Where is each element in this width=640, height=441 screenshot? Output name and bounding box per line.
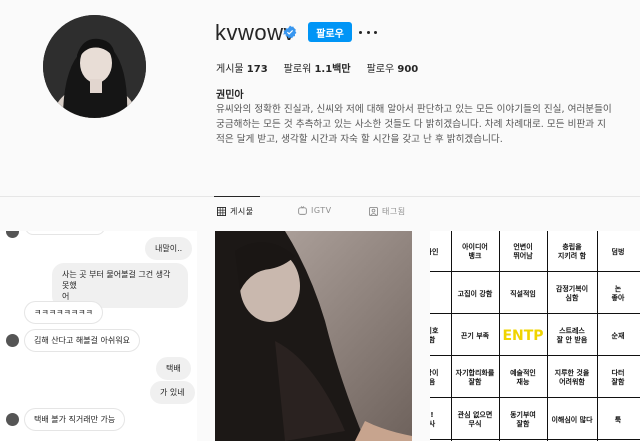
mbti-cell: 순재: [611, 331, 625, 340]
igtv-icon: [298, 206, 307, 215]
post-thumbnail-chat[interactable]: 내말이.. 사는 곳 부터 물어볼걸 그건 생각 못했 어 ㅋㅋㅋㅋㅋㅋㅋㅋ 김해…: [0, 231, 197, 441]
following-label: 팔로우: [366, 64, 395, 75]
mbti-cell: 고집이 강함: [457, 289, 493, 298]
mbti-cell: 충립을 지키려 함: [557, 243, 587, 260]
mbti-cell: 마인: [430, 247, 439, 256]
follow-button[interactable]: 팔로우: [308, 22, 352, 42]
following-value: 900: [397, 64, 419, 75]
mbti-chart-image: 마인 아이디어뱅크 언변이뛰어남 충립을지키려 함 덤벙고집이 강함 직설적임 감정기복이심…: [430, 231, 640, 441]
mbti-cell: 직설적임: [510, 289, 536, 298]
chat-bubble-partial: [25, 231, 105, 235]
post-thumbnail-photo[interactable]: [215, 231, 412, 441]
mbti-cell: ! 사: [430, 411, 436, 428]
mbti-cell: 다터 잘함: [611, 369, 625, 386]
mbti-cell: 자기합리화를 잘함: [455, 369, 495, 386]
post-photo-image: [215, 231, 412, 441]
tab-igtv-label: IGTV: [311, 206, 332, 215]
mbti-cell: 덤벙: [611, 247, 625, 256]
mbti-cell: 툭: [614, 415, 622, 424]
profile-tabs: 게시물 IGTV 태그됨: [0, 206, 640, 222]
followers-value: 1.1백만: [314, 64, 351, 75]
mbti-cell: 감정기복이 심함: [555, 285, 589, 302]
verified-badge-icon: [283, 25, 297, 39]
post-thumbnail-mbti[interactable]: 마인 아이디어뱅크 언변이뛰어남 충립을지키려 함 덤벙고집이 강함 직설적임 감정기복이심…: [430, 231, 640, 441]
tab-tagged[interactable]: 태그됨: [369, 206, 406, 217]
mbti-cell: 아이디어 뱅크: [462, 243, 488, 260]
mbti-cell: ENTP: [502, 327, 544, 344]
tab-posts-label: 게시물: [230, 207, 254, 216]
tab-igtv[interactable]: IGTV: [298, 206, 332, 215]
posts-label: 게시물: [216, 64, 244, 75]
following-count[interactable]: 팔로우 900: [367, 60, 419, 75]
chat-avatar: [6, 413, 19, 426]
mbti-cell: 관심 없으면 무식: [457, 411, 493, 428]
mbti-grid-line: [430, 397, 640, 398]
tab-posts[interactable]: 게시물: [217, 206, 254, 217]
chat-avatar: [6, 231, 19, 238]
chat-message: 내말이..: [145, 237, 193, 260]
tagged-icon: [369, 207, 378, 216]
profile-full-name: 권민아: [216, 90, 244, 101]
mbti-grid-line: [430, 439, 640, 440]
mbti-grid-line: [430, 313, 640, 314]
mbti-cell: 지루한 것을 어려워함: [554, 369, 590, 386]
chat-message: ㅋㅋㅋㅋㅋㅋㅋㅋ: [24, 301, 103, 324]
mbti-grid-line: [430, 271, 640, 272]
profile-bio: 유씨와의 정확한 진실과, 신씨와 저에 대해 알아서 판단하고 있는 모든 이…: [216, 104, 612, 145]
chat-avatar: [6, 334, 19, 347]
mbti-grid-line: [430, 355, 640, 356]
posts-count[interactable]: 게시물 173: [216, 60, 268, 75]
mbti-cell: 예술적인 재능: [510, 369, 536, 386]
mbti-cell: 장이음: [430, 369, 439, 386]
grid-icon: [217, 207, 226, 216]
tabs-divider: [0, 196, 640, 197]
active-tab-indicator: [214, 196, 260, 197]
posts-value: 173: [246, 64, 268, 75]
more-options-icon[interactable]: [359, 22, 377, 42]
mbti-cell: 끈기 부족: [460, 331, 490, 340]
mbti-cell: 논 좋아: [611, 285, 625, 302]
profile-stats: 게시물 173 팔로워 1.1백만 팔로우 900: [216, 60, 434, 75]
mbti-cell: 스트레스 잘 안 받음: [556, 327, 588, 344]
profile-avatar[interactable]: [43, 15, 146, 118]
followers-count[interactable]: 팔로워 1.1백만: [284, 60, 351, 75]
mbti-cell: 동기부여 잘함: [510, 411, 536, 428]
chat-message: 김해 산다고 해볼걸 아쉬워요: [24, 329, 140, 352]
mbti-cell: 언변이 뛰어남: [513, 243, 533, 260]
mbti-cell: [430, 275, 452, 313]
chat-message: 택배: [156, 357, 191, 380]
chat-screenshot: 내말이.. 사는 곳 부터 물어볼걸 그건 생각 못했 어 ㅋㅋㅋㅋㅋㅋㅋㅋ 김해…: [0, 231, 197, 441]
mbti-cell: 이해심이 많다: [551, 415, 593, 424]
followers-label: 팔로워: [283, 64, 312, 75]
mbti-cell: 이호함: [430, 327, 439, 344]
chat-message: 가 있네: [150, 381, 195, 404]
tab-tagged-label: 태그됨: [382, 207, 406, 216]
chat-message: 택배 볼가 직거래만 가능: [24, 408, 126, 431]
